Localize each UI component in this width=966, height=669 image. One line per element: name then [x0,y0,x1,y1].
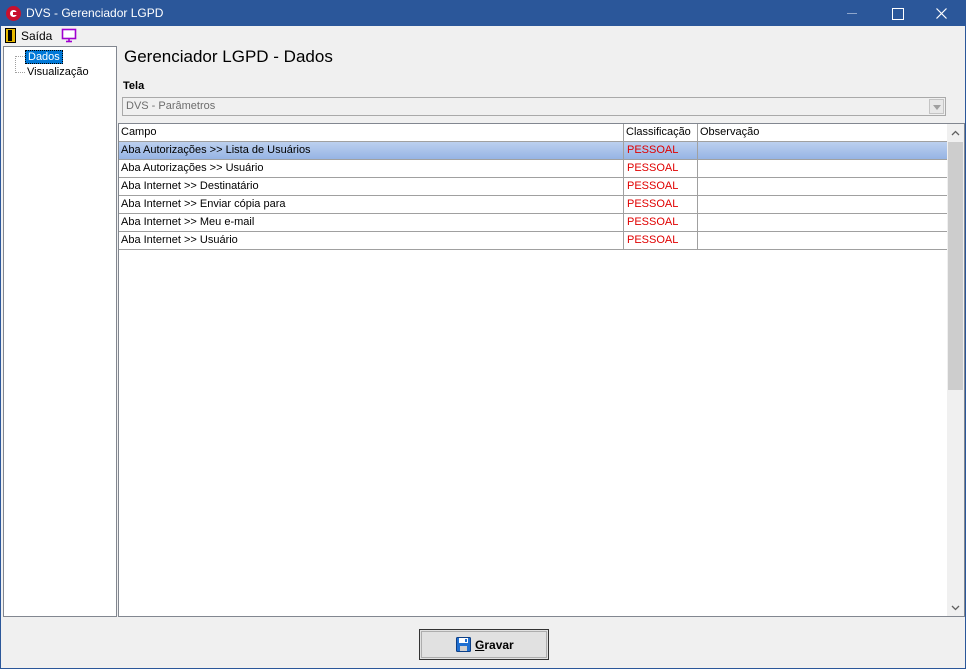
save-button-label: Gravar [475,638,514,652]
tree-connector [15,72,25,73]
tree-item-dados[interactable]: Dados [25,50,63,64]
floppy-disk-icon [456,637,471,652]
fields-grid: Campo Classificação Observação Aba Autor… [118,123,965,617]
chevron-up-icon[interactable] [951,129,960,138]
cell-classificacao[interactable]: PESSOAL [624,178,698,195]
cell-observacao[interactable] [698,196,948,213]
save-button[interactable]: Gravar [419,629,549,660]
window-title: DVS - Gerenciador LGPD [26,6,164,20]
cell-observacao[interactable] [698,232,948,249]
cell-observacao[interactable] [698,160,948,177]
cell-campo: Aba Autorizações >> Usuário [119,160,624,177]
tree-connector [15,56,25,57]
minimize-button[interactable] [829,1,874,26]
cell-campo: Aba Autorizações >> Lista de Usuários [119,142,624,159]
scrollbar-thumb[interactable] [948,142,963,390]
grid-header: Campo Classificação Observação [119,124,948,142]
navigation-tree: Dados Visualização [3,46,117,617]
close-button[interactable] [919,1,964,26]
column-header-campo[interactable]: Campo [119,124,624,141]
app-window: DVS - Gerenciador LGPD Saída Dados Visua… [0,0,966,669]
table-row[interactable]: Aba Autorizações >> Usuário PESSOAL [119,160,948,178]
tela-label: Tela [123,80,145,92]
door-exit-icon[interactable] [5,28,16,43]
tela-select-value: DVS - Parâmetros [126,100,216,112]
cell-classificacao[interactable]: PESSOAL [624,196,698,213]
chevron-down-icon[interactable] [929,99,944,114]
menu-bar: Saída [1,26,965,46]
cell-campo: Aba Internet >> Destinatário [119,178,624,195]
table-row[interactable]: Aba Internet >> Meu e-mail PESSOAL [119,214,948,232]
cell-campo: Aba Internet >> Enviar cópia para [119,196,624,213]
cell-observacao[interactable] [698,214,948,231]
table-row[interactable]: Aba Internet >> Usuário PESSOAL [119,232,948,250]
page-title: Gerenciador LGPD - Dados [124,47,333,66]
table-row[interactable]: Aba Autorizações >> Lista de Usuários PE… [119,142,948,160]
tree-connector [15,56,16,73]
menu-exit[interactable]: Saída [21,29,52,43]
app-logo-icon[interactable] [6,6,21,21]
monitor-icon[interactable] [61,28,77,43]
table-row[interactable]: Aba Internet >> Enviar cópia para PESSOA… [119,196,948,214]
vertical-scrollbar[interactable] [947,124,964,616]
tree-item-visualizacao[interactable]: Visualização [25,66,91,80]
column-header-observacao[interactable]: Observação [698,124,948,141]
cell-classificacao[interactable]: PESSOAL [624,160,698,177]
tela-select[interactable]: DVS - Parâmetros [122,97,946,116]
cell-classificacao[interactable]: PESSOAL [624,142,698,159]
cell-campo: Aba Internet >> Usuário [119,232,624,249]
maximize-button[interactable] [874,1,919,26]
cell-classificacao[interactable]: PESSOAL [624,214,698,231]
table-row[interactable]: Aba Internet >> Destinatário PESSOAL [119,178,948,196]
cell-observacao[interactable] [698,178,948,195]
close-icon [936,8,947,19]
cell-observacao[interactable] [698,142,948,159]
column-header-classificacao[interactable]: Classificação [624,124,698,141]
cell-classificacao[interactable]: PESSOAL [624,232,698,249]
cell-campo: Aba Internet >> Meu e-mail [119,214,624,231]
chevron-down-icon[interactable] [951,603,960,612]
title-bar: DVS - Gerenciador LGPD [1,1,965,26]
